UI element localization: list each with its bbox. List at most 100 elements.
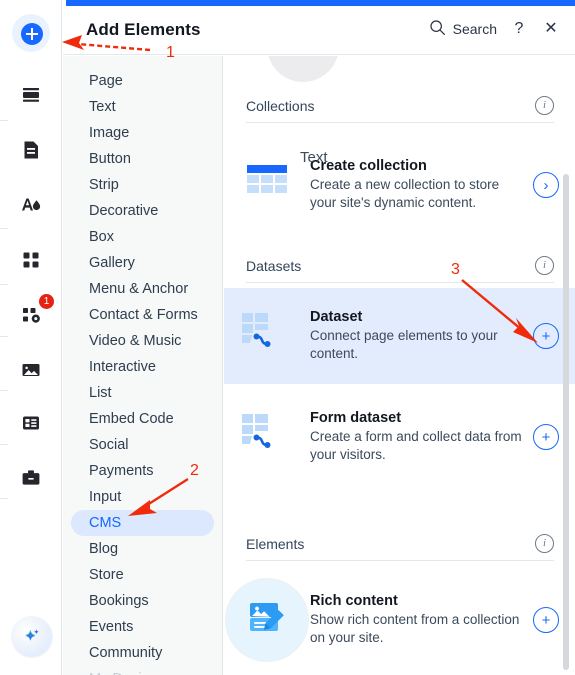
card-title: Rich content [310, 593, 398, 610]
search-label: Search [452, 21, 497, 37]
section-header-datasets: Datasets i [246, 256, 554, 283]
card-create-collection[interactable]: Create collection Create a new collectio… [224, 140, 575, 230]
rail-button-dev-mode[interactable]: 1 [12, 294, 54, 334]
rail-button-theme[interactable] [12, 186, 50, 224]
category-list: Page Text Image Button Strip Decorative … [63, 56, 222, 675]
image-icon [20, 359, 42, 381]
info-icon[interactable]: i [535, 96, 554, 115]
section-header-collections: Collections i [246, 96, 554, 123]
category-label: CMS [89, 515, 122, 531]
category-label: List [89, 385, 112, 401]
category-label: Community [89, 645, 163, 661]
search-icon [429, 19, 446, 39]
category-label: Image [89, 125, 130, 141]
sidebar-item-page[interactable]: Page [71, 68, 214, 94]
section-title: Elements [246, 535, 305, 552]
category-label: Button [89, 151, 131, 167]
category-label: Store [89, 567, 124, 583]
sidebar-item-events[interactable]: Events [71, 614, 214, 640]
sidebar-item-gallery[interactable]: Gallery [71, 250, 214, 276]
sidebar-item-embed-code[interactable]: Embed Code [71, 406, 214, 432]
sidebar-item-interactive[interactable]: Interactive [71, 354, 214, 380]
card-description: Create a new collection to store your si… [310, 177, 500, 210]
editor-left-rail: 1 [0, 0, 62, 675]
sidebar-item-strip[interactable]: Strip [71, 172, 214, 198]
plus-icon [20, 22, 43, 45]
search-button[interactable]: Search [429, 19, 497, 39]
card-icon [224, 578, 310, 662]
rail-button-apps[interactable] [12, 241, 50, 279]
card-title: Create collection [310, 158, 427, 175]
annotation-number-1: 1 [166, 44, 175, 61]
sidebar-item-my-designs[interactable]: My Designs [71, 666, 214, 675]
panel-header: Add Elements Search ? ✕ [63, 6, 575, 55]
category-label: Decorative [89, 203, 159, 219]
sidebar-item-list[interactable]: List [71, 380, 214, 406]
category-label: Gallery [89, 255, 135, 271]
annotation-number-3: 3 [451, 261, 460, 278]
card-dataset[interactable]: Dataset Connect page elements to your co… [224, 288, 575, 384]
category-label: Bookings [89, 593, 149, 609]
sidebar-item-store[interactable]: Store [71, 562, 214, 588]
category-label: Text [89, 99, 116, 115]
rail-button-media[interactable] [12, 351, 50, 389]
sidebar-item-blog[interactable]: Blog [71, 536, 214, 562]
sidebar-item-text[interactable]: Text [71, 94, 214, 120]
sidebar-item-input[interactable]: Input [71, 484, 214, 510]
category-label: Page [89, 73, 123, 89]
rail-button-cms[interactable] [12, 404, 50, 442]
card-title: Form dataset [310, 410, 402, 427]
rail-divider [0, 390, 8, 391]
sections-icon [20, 84, 42, 106]
sidebar-item-decorative[interactable]: Decorative [71, 198, 214, 224]
card-rich-content[interactable]: Rich content Show rich content from a co… [224, 570, 575, 670]
help-button[interactable]: ? [509, 19, 529, 39]
panel-scrollbar-thumb[interactable] [563, 174, 569, 670]
puzzle-settings-icon [20, 304, 42, 326]
sidebar-item-social[interactable]: Social [71, 432, 214, 458]
section-header-elements: Elements i [246, 534, 554, 561]
card-title: Dataset [310, 309, 363, 326]
category-label: Blog [89, 541, 119, 557]
card-form-dataset[interactable]: Form dataset Create a form and collect d… [224, 392, 575, 482]
card-description: Create a form and collect data from your… [310, 429, 522, 462]
rail-button-business[interactable] [12, 459, 50, 497]
rail-button-pages[interactable] [12, 131, 50, 169]
sidebar-item-bookings[interactable]: Bookings [71, 588, 214, 614]
sidebar-item-image[interactable]: Image [71, 120, 214, 146]
category-list-column[interactable]: Page Text Image Button Strip Decorative … [63, 56, 223, 675]
card-text: Dataset Connect page elements to your co… [310, 309, 533, 363]
category-label: Box [89, 229, 114, 245]
category-label: Payments [89, 463, 154, 479]
scrolled-partial-circle [267, 56, 339, 82]
rail-divider [0, 284, 8, 285]
card-icon [224, 163, 310, 208]
info-icon[interactable]: i [535, 534, 554, 553]
card-text: Rich content Show rich content from a co… [310, 593, 533, 647]
panel-scrollbar-track[interactable] [563, 56, 572, 675]
sidebar-item-video-music[interactable]: Video & Music [71, 328, 214, 354]
page-title: Add Elements [86, 20, 201, 39]
category-label: Input [89, 489, 122, 505]
page-document-icon [20, 139, 42, 161]
content-manager-icon [20, 412, 42, 434]
ai-assistant-button[interactable] [12, 617, 52, 657]
category-label: Contact & Forms [89, 307, 198, 323]
sidebar-item-contact-forms[interactable]: Contact & Forms [71, 302, 214, 328]
rich-content-add-button[interactable]: + [533, 607, 559, 633]
sidebar-item-community[interactable]: Community [71, 640, 214, 666]
sidebar-item-button[interactable]: Button [71, 146, 214, 172]
rail-button-sections[interactable] [12, 76, 50, 114]
sidebar-item-box[interactable]: Box [71, 224, 214, 250]
rail-button-add-elements[interactable] [12, 14, 50, 52]
create-collection-arrow-button[interactable]: › [533, 172, 559, 198]
dataset-connector-icon [240, 310, 294, 363]
card-icon [224, 310, 310, 363]
sidebar-item-menu-anchor[interactable]: Menu & Anchor [71, 276, 214, 302]
close-button[interactable]: ✕ [541, 19, 561, 39]
form-dataset-add-button[interactable]: + [533, 424, 559, 450]
rail-divider [0, 228, 8, 229]
info-icon[interactable]: i [535, 256, 554, 275]
sidebar-item-cms[interactable]: CMS [71, 510, 214, 536]
dataset-add-button[interactable]: + [533, 323, 559, 349]
